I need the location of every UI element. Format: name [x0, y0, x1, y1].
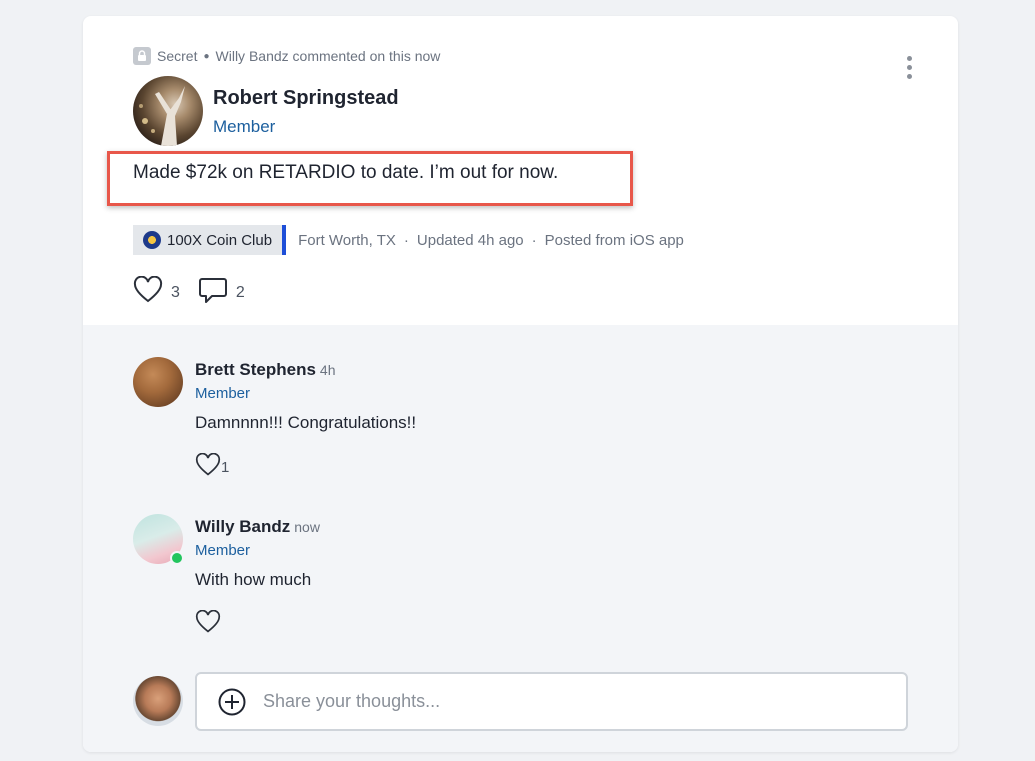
heart-icon	[133, 275, 163, 309]
club-name: 100X Coin Club	[167, 231, 273, 249]
post-text: Made $72k on RETARDIO to date. I’m out f…	[133, 162, 559, 183]
heart-icon	[195, 609, 221, 638]
separator-dot: ·	[403, 231, 409, 249]
comment-like-button[interactable]	[195, 609, 221, 638]
comment-item: Willy Bandz now Member With how much	[133, 514, 913, 634]
comment-icon	[198, 275, 228, 310]
comments-section: Brett Stephens 4h Member Damnnnn!!! Congr…	[83, 325, 958, 752]
author-avatar[interactable]	[133, 76, 203, 146]
heart-icon	[195, 452, 221, 481]
comment-count: 2	[235, 283, 245, 301]
like-count: 3	[171, 283, 180, 301]
current-user-avatar[interactable]	[133, 676, 183, 726]
post-card: Secret ● Willy Bandz commented on this n…	[83, 16, 958, 752]
club-tag[interactable]: 100X Coin Club	[133, 225, 287, 255]
commenter-name[interactable]: Brett Stephens 4h	[195, 360, 336, 380]
like-button[interactable]: 3	[133, 275, 180, 309]
comment-item: Brett Stephens 4h Member Damnnnn!!! Congr…	[133, 357, 913, 477]
comment-text: Damnnnn!!! Congratulations!!	[195, 413, 417, 432]
visibility-label: Secret	[157, 48, 198, 64]
comment-time: now	[294, 519, 320, 535]
post-section: Secret ● Willy Bandz commented on this n…	[83, 16, 958, 325]
post-tags: 100X Coin Club Fort Worth, TX · Updated …	[133, 225, 684, 255]
activity-text: Willy Bandz commented on this now	[215, 48, 441, 64]
comment-like-button[interactable]: 1	[195, 452, 230, 481]
comment-button[interactable]: 2	[198, 275, 245, 310]
plus-circle-icon[interactable]	[217, 687, 247, 717]
comment-like-count: 1	[221, 458, 230, 476]
separator-dot: ·	[531, 231, 537, 249]
author-name[interactable]: Robert Springstead	[213, 87, 399, 110]
author-role: Member	[213, 117, 276, 136]
online-status-indicator	[170, 551, 184, 565]
commenter-avatar[interactable]	[133, 357, 183, 407]
post-source: Posted from iOS app	[544, 231, 684, 249]
commenter-role: Member	[195, 385, 251, 402]
comment-text: With how much	[195, 570, 312, 589]
separator-dot: ●	[203, 50, 210, 62]
post-updated: Updated 4h ago	[416, 231, 524, 249]
commenter-role: Member	[195, 542, 251, 559]
comment-time: 4h	[319, 362, 336, 378]
comment-input[interactable]	[263, 691, 863, 712]
post-reactions: 3 2	[133, 275, 245, 310]
more-options-icon[interactable]	[907, 56, 912, 79]
post-location: Fort Worth, TX	[298, 231, 396, 249]
lock-icon	[133, 47, 151, 65]
commenter-name[interactable]: Willy Bandz now	[195, 517, 320, 537]
club-logo-icon	[143, 231, 161, 249]
post-meta-top: Secret ● Willy Bandz commented on this n…	[133, 47, 440, 65]
comment-composer[interactable]	[195, 672, 908, 731]
